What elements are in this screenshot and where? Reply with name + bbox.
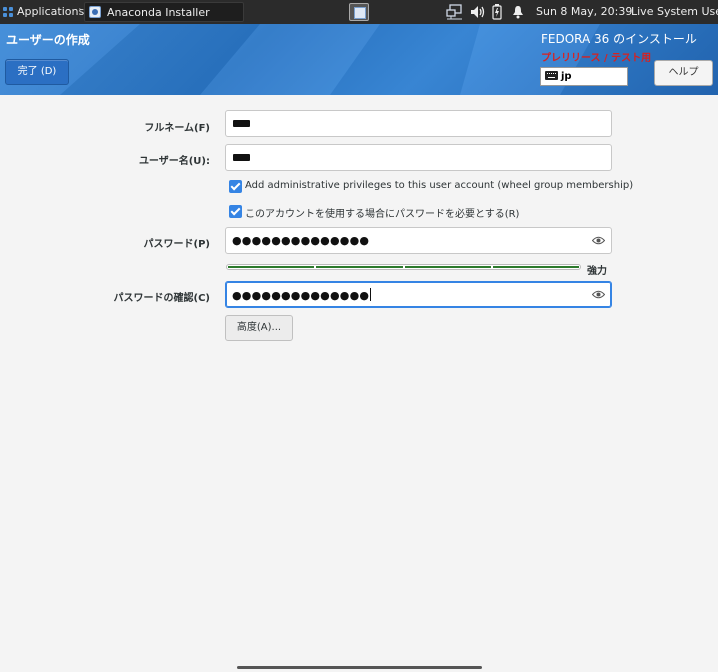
anaconda-installer-icon	[89, 6, 101, 18]
spoke-header: ユーザーの作成 完了 (D) FEDORA 36 のインストール プレリリース …	[0, 24, 718, 95]
confirm-password-label: パスワードの確認(C)	[113, 293, 210, 304]
strength-segment	[228, 266, 315, 268]
show-password-icon[interactable]	[592, 236, 605, 245]
keyboard-layout-indicator[interactable]: jp	[540, 67, 628, 86]
done-button[interactable]: 完了 (D)	[5, 59, 69, 85]
confirm-password-field[interactable]: ●●●●●●●●●●●●●●	[225, 281, 612, 308]
redacted-text	[233, 120, 250, 127]
fullname-label: フルネーム(F)	[144, 123, 210, 134]
applications-menu[interactable]: Applications	[17, 0, 84, 24]
redacted-text	[233, 154, 250, 161]
product-title: FEDORA 36 のインストール	[541, 32, 697, 46]
password-strength-bar	[226, 264, 581, 270]
strength-segment	[316, 266, 403, 268]
password-strength-label: 強力	[587, 266, 607, 277]
strength-segment	[492, 266, 579, 268]
admin-privileges-checkbox[interactable]	[229, 180, 242, 193]
page-title: ユーザーの作成	[6, 33, 90, 47]
show-password-icon[interactable]	[592, 290, 605, 299]
help-button[interactable]: ヘルプ	[654, 60, 713, 86]
network-icon[interactable]	[446, 4, 464, 20]
username-label: ユーザー名(U):	[138, 156, 210, 167]
clock[interactable]: Sun 8 May, 20:39	[536, 0, 632, 24]
text-cursor	[370, 288, 372, 301]
strength-segment	[404, 266, 491, 268]
notification-bell-icon[interactable]	[512, 4, 524, 20]
taskbar-window-button[interactable]: Anaconda Installer	[84, 2, 244, 22]
password-label: パスワード(P)	[143, 239, 210, 250]
keyboard-icon	[545, 71, 558, 80]
applications-menu-icon[interactable]	[3, 7, 14, 18]
advanced-button[interactable]: 高度(A)...	[225, 315, 293, 341]
password-value: ●●●●●●●●●●●●●●	[232, 234, 370, 247]
taskbar-window-label: Anaconda Installer	[107, 6, 210, 19]
battery-icon[interactable]	[492, 4, 502, 20]
scrollbar[interactable]	[237, 666, 482, 669]
username-field[interactable]	[225, 144, 612, 171]
menu-separator: ⁝	[78, 5, 82, 18]
require-password-checkbox[interactable]	[229, 205, 242, 218]
require-password-label[interactable]: このアカウントを使用する場合にパスワードを必要とする(R)	[245, 205, 519, 220]
volume-icon[interactable]	[470, 4, 486, 20]
prerelease-warning: プレリリース / テスト用	[541, 53, 652, 64]
keyboard-layout-label: jp	[561, 71, 572, 82]
admin-privileges-label[interactable]: Add administrative privileges to this us…	[245, 180, 633, 191]
workspace-switcher-icon[interactable]	[349, 3, 369, 21]
top-panel: Applications ⁝ Anaconda Installer Sun 8 …	[0, 0, 718, 24]
password-field[interactable]: ●●●●●●●●●●●●●●	[225, 227, 612, 254]
fullname-field[interactable]	[225, 110, 612, 137]
user-menu[interactable]: Live System User	[631, 0, 718, 24]
confirm-password-value: ●●●●●●●●●●●●●●	[232, 288, 372, 302]
